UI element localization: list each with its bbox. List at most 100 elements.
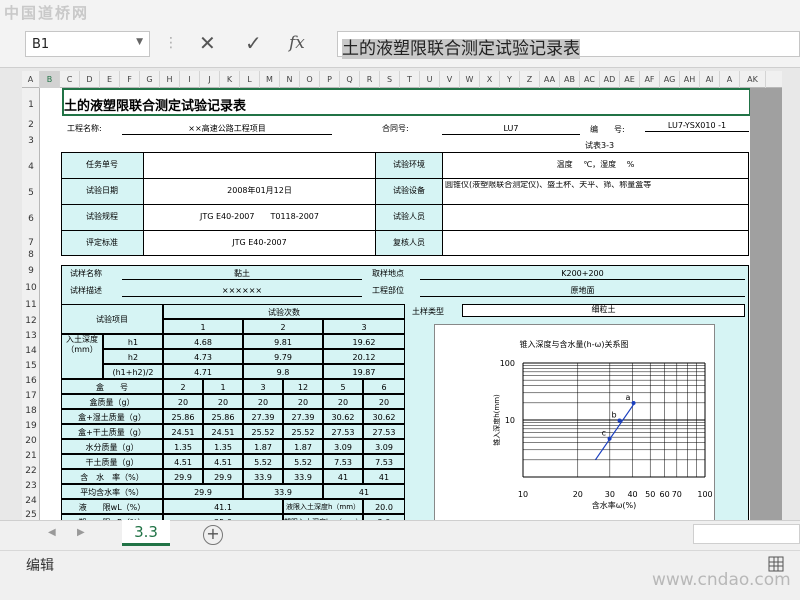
column-header[interactable]: L (240, 71, 260, 88)
column-header[interactable]: AC (580, 71, 600, 88)
column-header[interactable]: AA (540, 71, 560, 88)
tab-prev-icon[interactable]: ◀ (48, 527, 56, 538)
column-header[interactable]: AI (700, 71, 720, 88)
task-label: 任务单号 (86, 160, 118, 169)
y-tick-label: 100 (500, 359, 515, 368)
column-header[interactable]: AG (660, 71, 680, 88)
column-header[interactable]: K (220, 71, 240, 88)
row-header[interactable]: 9 (22, 266, 40, 276)
formula-text: 土的液塑限联合测定试验记录表 (342, 39, 580, 59)
column-header[interactable]: W (460, 71, 480, 88)
drag-handle-icon[interactable]: ⋮ (164, 35, 178, 51)
row-header[interactable]: 13 (22, 331, 40, 341)
column-header[interactable]: D (80, 71, 100, 88)
y-tick-label: 10 (505, 416, 515, 425)
column-header[interactable]: Y (500, 71, 520, 88)
vertical-scrollbar[interactable] (782, 71, 800, 520)
formula-input[interactable]: 土的液塑限联合测定试验记录表 (337, 31, 800, 59)
row-header[interactable]: 7 (22, 238, 40, 248)
water-mass-value: 3.09 (323, 439, 363, 454)
moisture-value: 41 (323, 469, 363, 484)
column-header[interactable]: E (100, 71, 120, 88)
wet-mass-value: 30.62 (323, 409, 363, 424)
column-header[interactable]: O (300, 71, 320, 88)
column-header[interactable]: A (720, 71, 740, 88)
row-header[interactable]: 5 (22, 188, 40, 198)
column-header[interactable]: Z (520, 71, 540, 88)
column-header[interactable]: R (360, 71, 380, 88)
chevron-down-icon[interactable]: ▼ (136, 37, 143, 47)
column-header[interactable]: C (60, 71, 80, 88)
ll-depth-value: 20.0 (363, 499, 405, 514)
moisture-value: 29.9 (163, 469, 203, 484)
project-value: ××高速公路工程项目 (122, 124, 332, 135)
column-header[interactable]: AB (560, 71, 580, 88)
row-header[interactable]: 20 (22, 436, 40, 446)
worksheet[interactable]: 土的液塑限联合测定试验记录表 工程名称: ××高速公路工程项目 合同号: LU7… (40, 88, 750, 520)
row-header[interactable]: 1 (22, 100, 40, 110)
row-header[interactable]: 23 (22, 481, 40, 491)
title-bar (0, 0, 800, 26)
row-header[interactable]: 10 (22, 283, 40, 293)
add-sheet-icon[interactable]: + (203, 525, 223, 545)
column-header[interactable]: N (280, 71, 300, 88)
drysoil-mass-value: 5.52 (243, 454, 283, 469)
row-header[interactable]: 19 (22, 421, 40, 431)
number-label: 编 号: (590, 125, 625, 134)
column-header[interactable]: V (440, 71, 460, 88)
column-header[interactable]: M (260, 71, 280, 88)
dry-mass-value: 24.51 (203, 424, 243, 439)
drysoil-mass-value: 5.52 (283, 454, 323, 469)
column-header[interactable]: H (160, 71, 180, 88)
water-mass-value: 3.09 (363, 439, 405, 454)
tab-next-icon[interactable]: ▶ (77, 527, 85, 538)
row-header[interactable]: 3 (22, 136, 40, 146)
row-header[interactable]: 11 (22, 300, 40, 310)
horizontal-scrollbar[interactable] (693, 524, 800, 544)
chart-svg: 锥入深度与含水量(h-ω)关系图 10 100 10 20 30 40 50 60 70 100 含水… (492, 339, 713, 510)
row-header[interactable]: 8 (22, 250, 40, 260)
column-header[interactable]: AF (640, 71, 660, 88)
row-header[interactable]: 25 (22, 510, 40, 520)
trial-3: 3 (323, 319, 405, 334)
water-mass-label: 水分质量（g） (61, 439, 163, 454)
column-header[interactable]: AK (740, 71, 766, 88)
column-header[interactable]: T (400, 71, 420, 88)
name-box[interactable]: B1 ▼ (25, 31, 150, 57)
check-icon[interactable]: ✓ (245, 31, 262, 55)
column-header[interactable]: X (480, 71, 500, 88)
column-header[interactable]: U (420, 71, 440, 88)
column-header[interactable]: AH (680, 71, 700, 88)
cancel-icon[interactable]: ✕ (199, 31, 216, 55)
tab-sheet[interactable]: 3.3 (122, 520, 170, 546)
row-header[interactable]: 21 (22, 451, 40, 461)
row-header[interactable]: 22 (22, 466, 40, 476)
insert-function-icon[interactable]: fx (289, 33, 305, 53)
column-header[interactable]: I (180, 71, 200, 88)
column-header[interactable]: AD (600, 71, 620, 88)
column-header[interactable]: J (200, 71, 220, 88)
wet-mass-value: 27.39 (243, 409, 283, 424)
grid-line (61, 178, 749, 179)
row-header[interactable]: 4 (22, 162, 40, 172)
column-header[interactable]: G (140, 71, 160, 88)
row-header[interactable]: 15 (22, 361, 40, 371)
column-header[interactable]: Q (340, 71, 360, 88)
row-header[interactable]: 6 (22, 214, 40, 224)
column-header[interactable]: B (40, 71, 60, 88)
column-headers: A B C D E F G H I J K L M N O P Q R S T U V W X Y Z AA AB AC AD AE AF AG… (22, 71, 782, 88)
row-header[interactable]: 18 (22, 406, 40, 416)
row-header[interactable]: 17 (22, 391, 40, 401)
water-mass-value: 1.35 (203, 439, 243, 454)
column-header[interactable]: F (120, 71, 140, 88)
column-header[interactable]: A (22, 71, 40, 88)
row-header[interactable]: 14 (22, 346, 40, 356)
row-header[interactable]: 16 (22, 376, 40, 386)
row-header[interactable]: 24 (22, 496, 40, 506)
column-header[interactable]: S (380, 71, 400, 88)
row-header[interactable]: 2 (22, 120, 40, 130)
column-header[interactable]: AE (620, 71, 640, 88)
column-header[interactable]: P (320, 71, 340, 88)
box-number-value: 6 (363, 379, 405, 394)
row-header[interactable]: 12 (22, 316, 40, 326)
